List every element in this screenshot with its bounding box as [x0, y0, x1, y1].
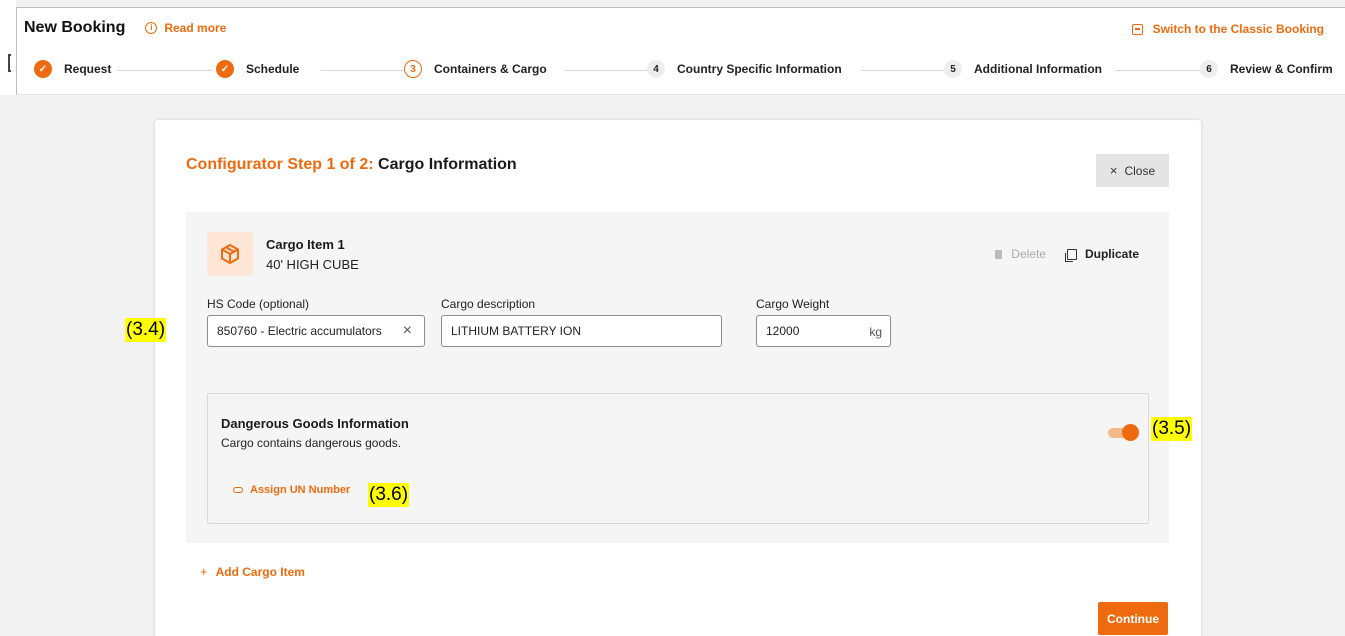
step-schedule[interactable]: ✓ Schedule: [216, 60, 299, 78]
step-connector: [321, 70, 410, 71]
dangerous-goods-section: Dangerous Goods Information Cargo contai…: [207, 393, 1149, 524]
step-country-specific[interactable]: 4 Country Specific Information: [647, 60, 842, 78]
cargo-description-field[interactable]: [441, 315, 722, 347]
assign-un-number-link[interactable]: Assign UN Number: [233, 484, 350, 496]
step-number: 4: [647, 60, 665, 78]
stepper: ✓ Request ✓ Schedule 3 Containers & Carg…: [29, 60, 1333, 82]
check-icon: ✓: [216, 60, 234, 78]
step-label: Schedule: [246, 62, 300, 76]
read-more-label: Read more: [164, 21, 227, 35]
duplicate-button[interactable]: Duplicate: [1066, 247, 1139, 261]
close-icon: ×: [1109, 163, 1118, 178]
delete-label: Delete: [1011, 247, 1046, 261]
configurator-title: Configurator Step 1 of 2: Cargo Informat…: [186, 156, 517, 174]
hs-code-field[interactable]: ×: [207, 315, 425, 347]
step-additional-information[interactable]: 5 Additional Information: [944, 60, 1102, 78]
cargo-weight-field[interactable]: kg: [756, 315, 891, 347]
configurator-card: Configurator Step 1 of 2: Cargo Informat…: [155, 120, 1201, 636]
step-label: Review & Confirm: [1230, 62, 1333, 76]
cargo-weight-label: Cargo Weight: [756, 297, 830, 311]
info-icon: i: [145, 22, 158, 34]
booking-header: New Booking i Read more Switch to the Cl…: [16, 7, 1345, 95]
step-number: 6: [1200, 60, 1218, 78]
step-label: Additional Information: [974, 62, 1102, 76]
cargo-description-input[interactable]: [451, 324, 721, 338]
annotation-callout: (3.4): [125, 318, 167, 342]
configurator-step-prefix: Configurator Step 1 of 2:: [186, 156, 374, 173]
step-number: 3: [404, 60, 422, 78]
step-connector: [117, 70, 213, 71]
add-cargo-item-button[interactable]: + Add Cargo Item: [200, 564, 305, 579]
dangerous-goods-description: Cargo contains dangerous goods.: [221, 436, 402, 450]
assign-un-number-label: Assign UN Number: [250, 484, 351, 496]
trash-icon: [995, 249, 1003, 259]
switch-classic-label: Switch to the Classic Booking: [1152, 22, 1324, 36]
step-label: Containers & Cargo: [434, 62, 547, 76]
left-edge-marker: [0, 0, 16, 95]
link-icon: [233, 487, 243, 493]
close-label: Close: [1124, 163, 1156, 178]
step-containers-cargo[interactable]: 3 Containers & Cargo: [404, 60, 547, 78]
copy-icon: [1066, 248, 1077, 260]
step-review-confirm[interactable]: 6 Review & Confirm: [1200, 60, 1333, 78]
step-label: Request: [64, 62, 112, 76]
cargo-item-panel: Cargo Item 1 40' HIGH CUBE Delete Duplic…: [186, 212, 1169, 543]
close-button[interactable]: × Close: [1096, 154, 1169, 187]
dangerous-goods-toggle[interactable]: [1108, 424, 1139, 441]
clear-icon[interactable]: ×: [403, 322, 412, 340]
step-label: Country Specific Information: [677, 62, 842, 76]
annotation-callout: (3.5): [1151, 417, 1193, 441]
weight-unit: kg: [869, 325, 882, 339]
read-more-link[interactable]: i Read more: [145, 21, 226, 35]
page-title: New Booking: [24, 19, 126, 36]
step-request[interactable]: ✓ Request: [34, 60, 111, 78]
switch-classic-link[interactable]: Switch to the Classic Booking: [1131, 22, 1324, 36]
continue-button[interactable]: Continue: [1098, 602, 1168, 635]
step-connector: [1115, 70, 1209, 71]
container-type: 40' HIGH CUBE: [266, 257, 359, 272]
annotation-callout: (3.6): [368, 483, 410, 507]
configurator-step-title: Cargo Information: [378, 156, 517, 173]
cargo-description-label: Cargo description: [441, 297, 536, 311]
hs-code-input[interactable]: [217, 324, 387, 338]
hs-code-label: HS Code (optional): [207, 297, 310, 311]
step-connector: [861, 70, 955, 71]
duplicate-label: Duplicate: [1084, 247, 1139, 261]
step-number: 5: [944, 60, 962, 78]
cargo-weight-input[interactable]: [766, 324, 856, 338]
dangerous-goods-title: Dangerous Goods Information: [221, 416, 409, 431]
item-actions: Delete Duplicate: [995, 247, 1139, 261]
add-cargo-item-label: Add Cargo Item: [215, 565, 305, 579]
cargo-icon: [207, 232, 253, 276]
toggle-thumb: [1122, 424, 1139, 441]
step-connector: [564, 70, 653, 71]
plus-icon: +: [200, 564, 208, 579]
check-icon: ✓: [34, 60, 52, 78]
cargo-item-title: Cargo Item 1: [266, 237, 345, 252]
delete-button[interactable]: Delete: [995, 247, 1046, 261]
switch-icon: [1131, 23, 1143, 35]
